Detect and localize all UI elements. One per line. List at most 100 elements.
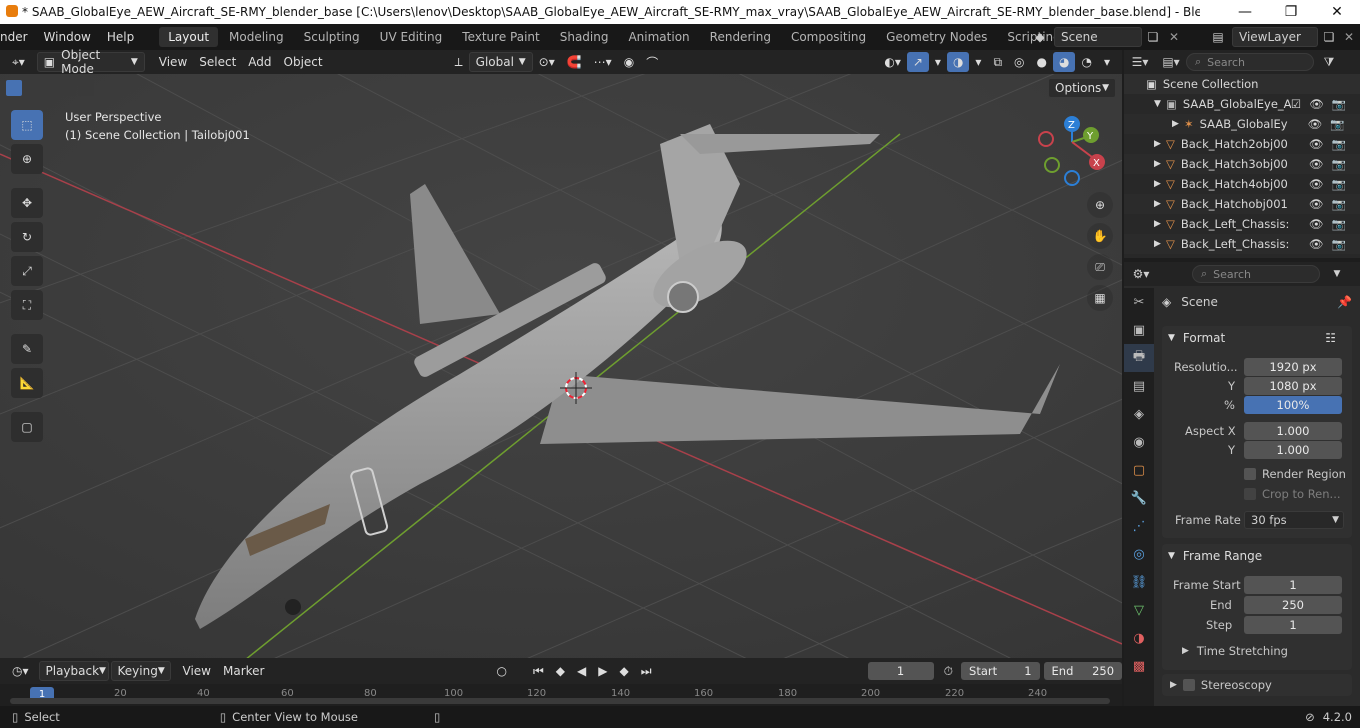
close-button[interactable]: ✕: [1314, 0, 1360, 24]
view-layer-tab-icon[interactable]: ▤: [1124, 372, 1154, 400]
eye-icon[interactable]: 👁: [1309, 197, 1324, 211]
tab-shading[interactable]: Shading: [551, 27, 618, 47]
gizmo-toggle-icon[interactable]: ↗: [906, 52, 929, 72]
camera-icon[interactable]: 📷: [1331, 197, 1345, 211]
overlay-dropdown-icon[interactable]: ▾: [969, 52, 987, 72]
cursor-tool-icon[interactable]: ⊕: [11, 144, 43, 174]
measure-tool-icon[interactable]: 📐: [11, 368, 43, 398]
editor-type-icon[interactable]: ⌖▾: [6, 52, 31, 72]
menu-object[interactable]: Object: [278, 52, 329, 72]
constraints-tab-icon[interactable]: ⛓: [1124, 568, 1154, 596]
eye-icon[interactable]: 👁: [1309, 137, 1324, 151]
eye-icon[interactable]: 👁: [1309, 237, 1324, 251]
output-tab-icon[interactable]: 🖶: [1124, 344, 1154, 372]
xray-icon[interactable]: ⧉: [987, 52, 1008, 72]
list-item[interactable]: ▶ ▽ Back_Left_Chassis: 👁 📷: [1124, 214, 1360, 234]
frame-step-field[interactable]: 1: [1244, 616, 1342, 634]
keying-menu[interactable]: Keying ▼: [110, 661, 171, 681]
aspect-y-field[interactable]: 1.000: [1244, 441, 1342, 459]
list-item[interactable]: ▶ ✶ SAAB_GlobalEy 👁 📷: [1124, 114, 1360, 134]
move-tool-icon[interactable]: ✥: [11, 188, 43, 218]
select-invert-icon[interactable]: [60, 80, 76, 96]
frame-rate-dropdown[interactable]: 30 fps ▼: [1244, 511, 1344, 529]
view-layer-field[interactable]: ViewLayer: [1232, 27, 1318, 47]
render-region-checkbox[interactable]: Render Region: [1244, 467, 1346, 481]
frame-range-header[interactable]: ▼ Frame Range: [1162, 544, 1352, 568]
modifier-tab-icon[interactable]: 🔧: [1124, 484, 1154, 512]
physics-tab-icon[interactable]: ◎: [1124, 540, 1154, 568]
camera-icon[interactable]: 📷: [1331, 237, 1345, 251]
world-tab-icon[interactable]: ◉: [1124, 428, 1154, 456]
chevron-right-icon[interactable]: ▶: [1154, 159, 1166, 169]
time-stretching-header[interactable]: ▶ Time Stretching: [1182, 644, 1288, 658]
menu-window[interactable]: Window: [36, 30, 99, 44]
overlay-toggle-icon[interactable]: ◑: [946, 52, 970, 72]
transform-tool-icon[interactable]: ⛶: [11, 290, 43, 320]
chevron-down-icon[interactable]: ▼: [1320, 269, 1354, 279]
proportional-edit-icon[interactable]: ◉: [618, 52, 640, 72]
view-layer-icon[interactable]: ▤: [1204, 30, 1232, 44]
chevron-right-icon[interactable]: ▶: [1154, 199, 1166, 209]
resolution-y-field[interactable]: 1080 px: [1244, 377, 1342, 395]
preview-range-icon[interactable]: ⏱: [938, 661, 959, 681]
scale-tool-icon[interactable]: ⤢: [11, 256, 43, 286]
playback-menu[interactable]: Playback ▼: [38, 661, 109, 681]
perspective-toggle-icon[interactable]: ▦: [1087, 285, 1113, 311]
chevron-right-icon[interactable]: ▶: [1154, 139, 1166, 149]
list-item[interactable]: ▶ ▽ Back_Left_Chassis: 👁 📷: [1124, 234, 1360, 254]
pin-icon[interactable]: 📌: [1337, 295, 1352, 309]
start-frame-field[interactable]: Start 1: [961, 662, 1040, 680]
menu-help[interactable]: Help: [99, 30, 142, 44]
camera-icon[interactable]: 📷: [1331, 177, 1345, 191]
camera-icon[interactable]: 📷: [1330, 117, 1344, 131]
render-tab-icon[interactable]: ▣: [1124, 316, 1154, 344]
tool-tab-icon[interactable]: ✂: [1124, 288, 1154, 316]
timeline-marker-menu[interactable]: Marker: [217, 661, 270, 681]
frame-start-field[interactable]: 1: [1244, 576, 1342, 594]
rendered-shading-icon[interactable]: ◔: [1075, 52, 1097, 72]
outliner-search-input[interactable]: ⌕ Search: [1186, 53, 1314, 71]
camera-view-icon[interactable]: ⎚: [1087, 254, 1113, 280]
menu-select[interactable]: Select: [193, 52, 242, 72]
tab-rendering[interactable]: Rendering: [701, 27, 780, 47]
format-panel-header[interactable]: ▼ Format ☷: [1162, 326, 1352, 350]
eye-icon[interactable]: 👁: [1309, 217, 1324, 231]
camera-icon[interactable]: 📷: [1331, 137, 1345, 151]
chevron-right-icon[interactable]: ▶: [1154, 239, 1166, 249]
gizmo-dropdown-icon[interactable]: ▾: [929, 52, 947, 72]
jump-end-icon[interactable]: ⏭: [635, 661, 658, 681]
camera-icon[interactable]: 📷: [1331, 157, 1345, 171]
copy-scene-icon[interactable]: ❏: [1142, 30, 1164, 44]
tab-compositing[interactable]: Compositing: [782, 27, 875, 47]
material-tab-icon[interactable]: ◑: [1124, 624, 1154, 652]
list-item[interactable]: ▶ ▽ Back_Hatchobj001 👁 📷: [1124, 194, 1360, 214]
list-item[interactable]: ▼ ▣ SAAB_GlobalEye_A ☑ 👁 📷: [1124, 94, 1360, 114]
list-item[interactable]: ▶ ▽ Back_Hatch2obj00 👁 📷: [1124, 134, 1360, 154]
solid-shading-icon[interactable]: ●: [1031, 52, 1053, 72]
scene-name-field[interactable]: Scene: [1054, 27, 1142, 47]
delete-scene-icon[interactable]: ✕: [1164, 30, 1184, 44]
camera-icon[interactable]: 📷: [1331, 217, 1345, 231]
snap-target-icon[interactable]: ⋯▾: [588, 52, 618, 72]
select-intersect-icon[interactable]: [78, 80, 94, 96]
object-tab-icon[interactable]: ▢: [1124, 456, 1154, 484]
chevron-down-icon[interactable]: ▼: [1154, 99, 1166, 109]
tab-modeling[interactable]: Modeling: [220, 27, 293, 47]
eye-icon[interactable]: 👁: [1309, 177, 1324, 191]
timeline-ruler[interactable]: 1 20 40 60 80 100 120 140 160 180 200 22…: [0, 684, 1122, 706]
camera-icon[interactable]: 📷: [1332, 97, 1346, 111]
select-new-icon[interactable]: [6, 80, 22, 96]
pivot-icon[interactable]: ⊙▾: [533, 52, 561, 72]
annotate-tool-icon[interactable]: ✎: [11, 334, 43, 364]
frame-end-field[interactable]: 250: [1244, 596, 1342, 614]
checkbox-icon[interactable]: [1182, 679, 1195, 691]
snap-icon[interactable]: 🧲: [561, 52, 588, 72]
outliner-type-icon[interactable]: ☰▾: [1124, 55, 1156, 69]
properties-search-input[interactable]: ⌕ Search: [1192, 265, 1320, 283]
falloff-icon[interactable]: ⌒: [640, 52, 664, 72]
select-extend-icon[interactable]: [24, 80, 40, 96]
eye-icon[interactable]: 👁: [1309, 157, 1324, 171]
scene-icon[interactable]: ◆: [1026, 30, 1054, 44]
shading-dropdown-icon[interactable]: ▾: [1098, 52, 1116, 72]
jump-start-icon[interactable]: ⏮: [527, 661, 550, 681]
